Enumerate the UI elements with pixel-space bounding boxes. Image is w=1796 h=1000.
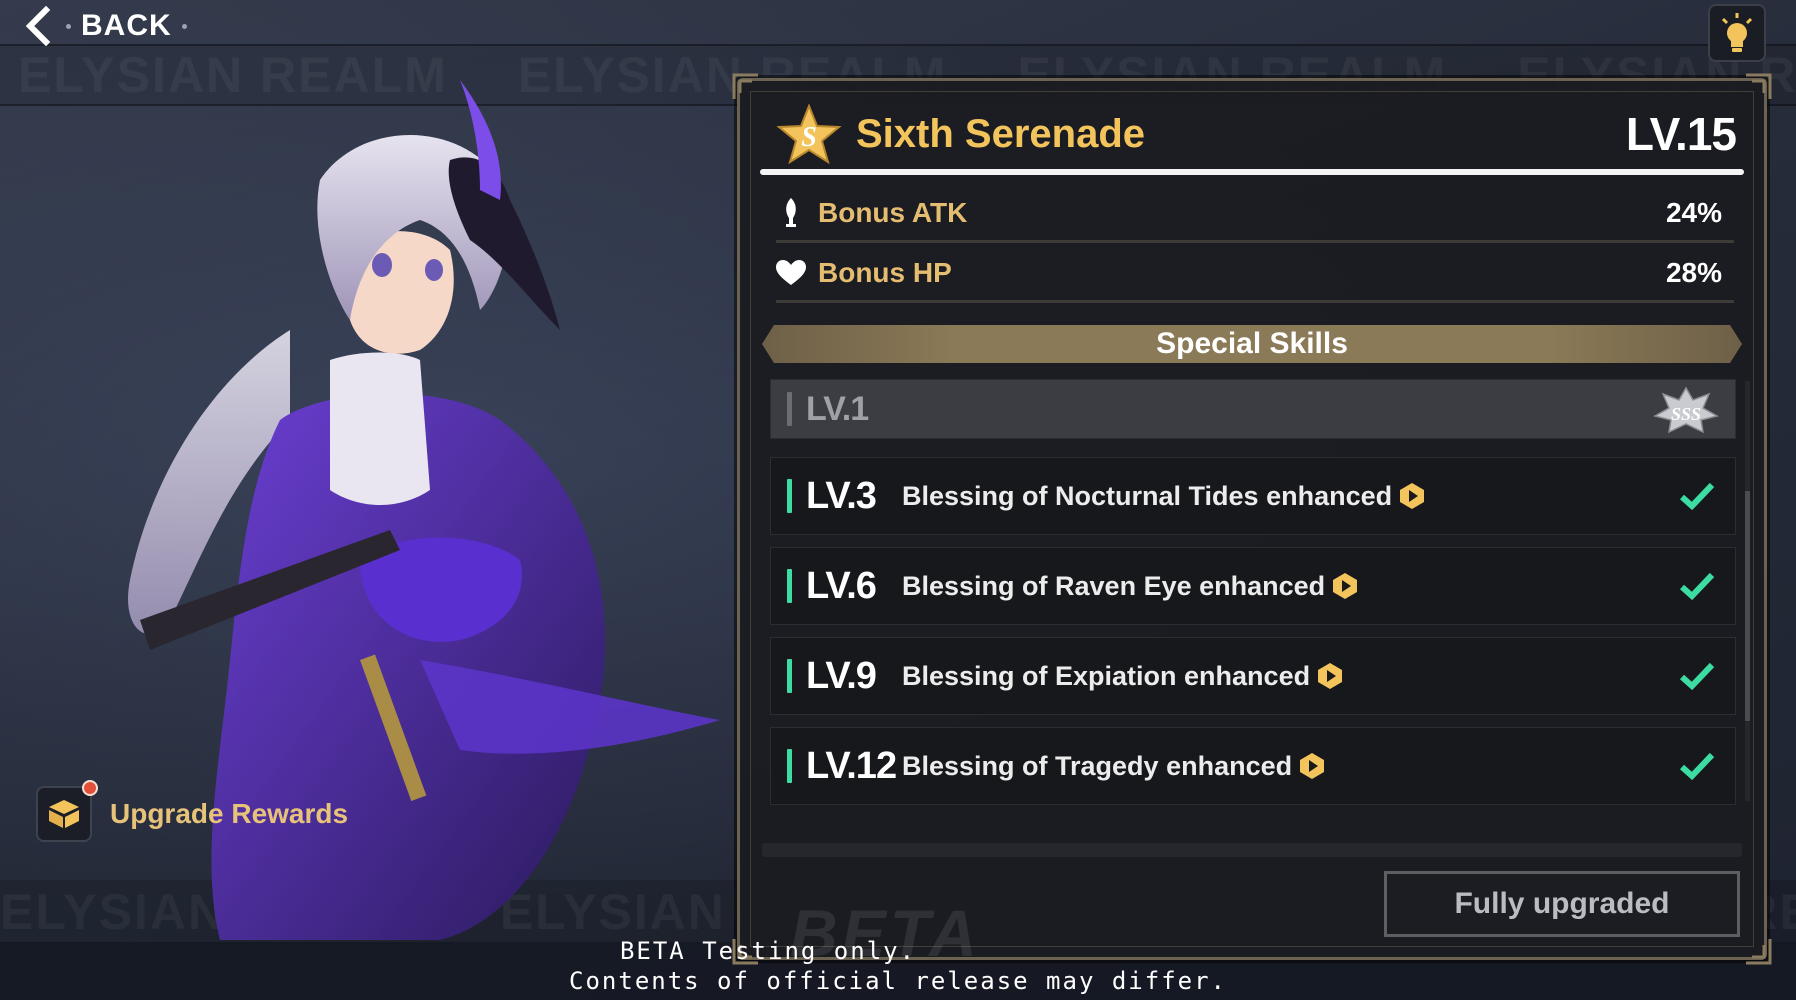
back-dot <box>66 23 71 29</box>
stat-value: 28% <box>1665 256 1722 288</box>
play-info-icon[interactable] <box>1331 572 1359 600</box>
scrollbar-thumb[interactable] <box>1745 491 1750 721</box>
beta-notice: BETA Testing only. Contents of official … <box>0 936 1796 996</box>
chevron-left-icon <box>25 6 51 46</box>
stat-row-bonus-atk: Bonus ATK 24% <box>776 185 1734 243</box>
stat-row-bonus-hp: Bonus HP 28% <box>776 245 1734 303</box>
skill-description: Blessing of Raven Eye enhanced <box>902 570 1326 601</box>
upgrade-rewards-button[interactable]: Upgrade Rewards <box>36 780 349 842</box>
skill-level: LV.1 <box>806 389 869 428</box>
title-underline <box>760 169 1744 175</box>
svg-text:S: S <box>801 122 817 153</box>
lightbulb-icon <box>1721 13 1753 52</box>
skill-description: Blessing of Nocturnal Tides enhanced <box>902 480 1393 511</box>
sss-rank-badge-icon: SSS <box>1653 386 1719 434</box>
row-accent <box>787 392 792 426</box>
play-info-icon[interactable] <box>1398 482 1426 510</box>
checkmark-icon <box>1679 752 1715 781</box>
stigma-title-row: S Sixth Serenade LV.15 <box>776 99 1737 169</box>
skill-level: LV.3 <box>806 474 877 517</box>
row-accent <box>787 659 792 693</box>
skill-description: Blessing of Tragedy enhanced <box>902 750 1293 781</box>
checkmark-icon <box>1679 572 1715 601</box>
stigma-level: LV.15 <box>1625 108 1737 160</box>
special-skills-list: LV.1 SSS LV.3 Blessing of Nocturnal Tide… <box>770 379 1736 899</box>
notification-dot <box>82 780 98 796</box>
stigma-detail-panel: S Sixth Serenade LV.15 Bonus ATK 24% Bon… <box>732 73 1772 965</box>
back-label: BACK <box>81 9 172 42</box>
back-dot <box>181 23 187 29</box>
row-accent <box>787 749 792 783</box>
hint-button[interactable] <box>1708 4 1766 62</box>
beta-notice-line1: BETA Testing only. <box>619 937 917 965</box>
corner-ornament <box>732 73 758 99</box>
svg-text:SSS: SSS <box>1671 404 1701 424</box>
heart-icon <box>776 258 806 288</box>
play-info-icon[interactable] <box>1298 752 1326 780</box>
special-skills-header: Special Skills <box>762 325 1742 363</box>
row-accent <box>787 479 792 513</box>
stat-value: 24% <box>1665 196 1722 228</box>
panel-divider <box>762 843 1742 857</box>
skill-row-lv12[interactable]: LV.12 Blessing of Tragedy enhanced <box>770 727 1736 805</box>
reward-box-icon <box>36 780 98 842</box>
skills-scrollbar[interactable] <box>1745 381 1750 801</box>
stigma-name: Sixth Serenade <box>856 111 1146 156</box>
section-title: Special Skills <box>1156 327 1348 360</box>
sword-icon <box>776 197 806 228</box>
fully-upgraded-button[interactable]: Fully upgraded <box>1384 871 1740 937</box>
checkmark-icon <box>1679 482 1715 511</box>
skill-row-lv9[interactable]: LV.9 Blessing of Expiation enhanced <box>770 637 1736 715</box>
skill-level: LV.6 <box>806 564 877 607</box>
skill-description: Blessing of Expiation enhanced <box>902 660 1311 691</box>
skill-row-lv6[interactable]: LV.6 Blessing of Raven Eye enhanced <box>770 547 1736 625</box>
stat-label: Bonus HP <box>818 256 952 288</box>
stat-label: Bonus ATK <box>818 196 968 228</box>
back-button[interactable]: BACK <box>22 4 187 48</box>
s-rank-star-icon: S <box>776 104 842 164</box>
upgrade-rewards-label: Upgrade Rewards <box>110 798 349 829</box>
play-info-icon[interactable] <box>1316 662 1344 690</box>
corner-ornament <box>1746 73 1772 99</box>
beta-notice-line2: Contents of official release may differ. <box>569 967 1227 995</box>
fully-upgraded-label: Fully upgraded <box>1454 887 1670 920</box>
skill-level: LV.12 <box>806 744 897 787</box>
skill-row-lv1[interactable]: LV.1 SSS <box>770 379 1736 439</box>
skill-row-lv3[interactable]: LV.3 Blessing of Nocturnal Tides enhance… <box>770 457 1736 535</box>
row-accent <box>787 569 792 603</box>
skill-level: LV.9 <box>806 654 877 697</box>
checkmark-icon <box>1679 662 1715 691</box>
